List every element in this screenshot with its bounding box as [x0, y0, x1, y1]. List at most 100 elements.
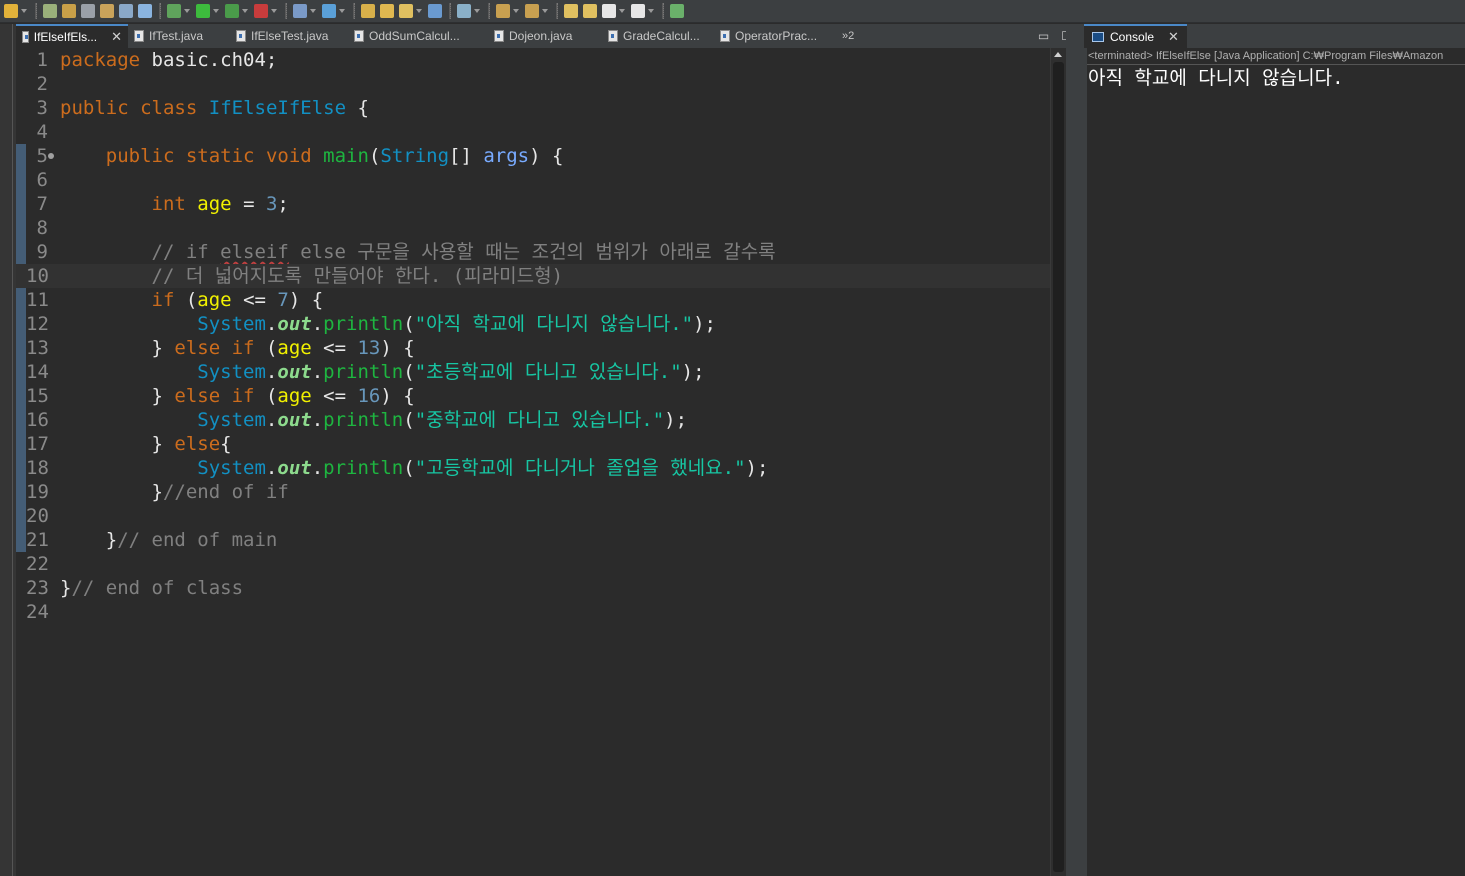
code-editor[interactable]: 1 package basic.ch04; 2 3 public class IfEls… [16, 48, 1050, 876]
folder-button[interactable] [378, 4, 396, 18]
dropdown-arrow-icon[interactable] [542, 9, 548, 13]
search-button[interactable] [455, 4, 483, 18]
editor-tab[interactable]: OperatorPrac... [714, 24, 834, 48]
line-number: 5 [36, 145, 48, 167]
code-token: // if [151, 241, 221, 263]
dropdown-arrow-icon[interactable] [184, 9, 190, 13]
new-wizard-button[interactable] [291, 4, 319, 18]
editor-tab[interactable]: GradeCalcul... [602, 24, 714, 48]
console-view[interactable]: <terminated> IfElseIfElse [Java Applicat… [1084, 48, 1465, 876]
tools-button[interactable] [79, 4, 97, 18]
code-token: . [265, 409, 278, 431]
code-token: } [60, 529, 118, 551]
run-config-button[interactable] [223, 4, 251, 18]
dropdown-arrow-icon[interactable] [339, 9, 345, 13]
view-sash[interactable] [1066, 24, 1084, 876]
code-line[interactable]: 24 [16, 600, 1050, 624]
code-line[interactable]: 8 [16, 216, 1050, 240]
code-line[interactable]: 6 [16, 168, 1050, 192]
code-line[interactable]: 21 }// end of main [16, 528, 1050, 552]
close-icon[interactable]: ✕ [111, 29, 122, 45]
dropdown-arrow-icon[interactable] [648, 9, 654, 13]
code-line[interactable]: 4 [16, 120, 1050, 144]
code-line[interactable]: 16 System.out.println("중학교에 다니고 있습니다."); [16, 408, 1050, 432]
code-line[interactable]: 7 int age = 3; [16, 192, 1050, 216]
globe-button[interactable] [426, 4, 444, 18]
close-icon[interactable]: ✕ [1168, 29, 1179, 45]
run-button[interactable] [194, 4, 222, 18]
open-folder-button[interactable] [359, 4, 377, 18]
globe-icon [428, 4, 442, 18]
code-token: } [60, 433, 175, 455]
code-line[interactable]: 17 } else{ [16, 432, 1050, 456]
prev-annotation-button[interactable] [523, 4, 551, 18]
dropdown-arrow-icon[interactable] [416, 9, 422, 13]
code-line[interactable]: 11 if (age <= 7) { [16, 288, 1050, 312]
brush-button[interactable] [397, 4, 425, 18]
back-button[interactable] [600, 4, 628, 18]
scroll-thumb[interactable] [1053, 62, 1064, 872]
task-button[interactable] [668, 4, 686, 18]
editor-scrollbar[interactable] [1050, 48, 1067, 876]
document-button[interactable] [117, 4, 135, 18]
dropdown-arrow-icon[interactable] [513, 9, 519, 13]
minimize-icon[interactable]: ▭ [1038, 29, 1049, 43]
code-line[interactable]: 19 }//end of if [16, 480, 1050, 504]
back-edit-button[interactable] [562, 4, 580, 18]
new-class-button[interactable] [320, 4, 348, 18]
code-line[interactable]: 15 } else if (age <= 16) { [16, 384, 1050, 408]
code-token: "초등학교에 다니고 있습니다." [414, 361, 682, 383]
code-line[interactable]: 1 package basic.ch04; [16, 48, 1050, 72]
forward-edit-button[interactable] [581, 4, 599, 18]
dropdown-arrow-icon[interactable] [213, 9, 219, 13]
fold-marker-icon[interactable] [48, 153, 54, 159]
line-number: 9 [36, 241, 48, 263]
code-text: }// end of main [60, 528, 278, 552]
code-line[interactable]: 9 // if elseif else 구문을 사용할 때는 조건의 범위가 아… [16, 240, 1050, 264]
code-line[interactable]: 5 public static void main(String[] args)… [16, 144, 1050, 168]
dropdown-arrow-icon[interactable] [619, 9, 625, 13]
code-line[interactable]: 12 System.out.println("아직 학교에 다니지 않습니다."… [16, 312, 1050, 336]
code-line[interactable]: 14 System.out.println("초등학교에 다니고 있습니다.")… [16, 360, 1050, 384]
pin-button[interactable] [2, 4, 30, 18]
code-line[interactable]: 3 public class IfElseIfElse { [16, 96, 1050, 120]
code-token: "중학교에 다니고 있습니다." [414, 409, 665, 431]
dropdown-arrow-icon[interactable] [310, 9, 316, 13]
console-output: 아직 학교에 다니지 않습니다. [1088, 67, 1344, 89]
dropdown-arrow-icon[interactable] [21, 9, 27, 13]
code-line[interactable]: 10 // 더 넓어지도록 만들어야 한다. (피라미드형) [16, 264, 1050, 288]
code-line[interactable]: 20 [16, 504, 1050, 528]
forward-button[interactable] [629, 4, 657, 18]
editor-tab[interactable]: OddSumCalcul... [348, 24, 488, 48]
console-tab-label: Console [1110, 30, 1155, 44]
scroll-up-icon[interactable] [1054, 52, 1062, 57]
code-token: ); [693, 313, 716, 335]
editor-tab[interactable]: Dojeon.java [488, 24, 602, 48]
code-line[interactable]: 2 [16, 72, 1050, 96]
paragraph-button[interactable] [136, 4, 154, 18]
edit-doc-button[interactable] [98, 4, 116, 18]
code-line[interactable]: 18 System.out.println("고등학교에 다니거나 졸업을 했네… [16, 456, 1050, 480]
line-number: 22 [26, 553, 49, 575]
debug-button[interactable] [165, 4, 193, 18]
code-line[interactable]: 13 } else if (age <= 13) { [16, 336, 1050, 360]
dropdown-arrow-icon[interactable] [242, 9, 248, 13]
tab-console[interactable]: Console ✕ [1084, 24, 1187, 48]
code-token: ( [403, 361, 415, 383]
editor-tab[interactable]: IfElseTest.java [230, 24, 348, 48]
stop-button[interactable] [252, 4, 280, 18]
pencil-button[interactable] [60, 4, 78, 18]
code-line[interactable]: 23}// end of class [16, 576, 1050, 600]
code-line[interactable]: 22 [16, 552, 1050, 576]
more-tabs-button[interactable]: »2 [834, 24, 862, 48]
breakpoint-button[interactable] [41, 4, 59, 18]
editor-tab[interactable]: IfElseIfEls... ✕ [16, 24, 128, 48]
dropdown-arrow-icon[interactable] [474, 9, 480, 13]
run-icon [196, 4, 210, 18]
next-annotation-button[interactable] [494, 4, 522, 18]
line-number: 7 [36, 193, 48, 215]
dropdown-arrow-icon[interactable] [271, 9, 277, 13]
editor-tab[interactable]: IfTest.java [128, 24, 230, 48]
code-token: . [265, 457, 278, 479]
